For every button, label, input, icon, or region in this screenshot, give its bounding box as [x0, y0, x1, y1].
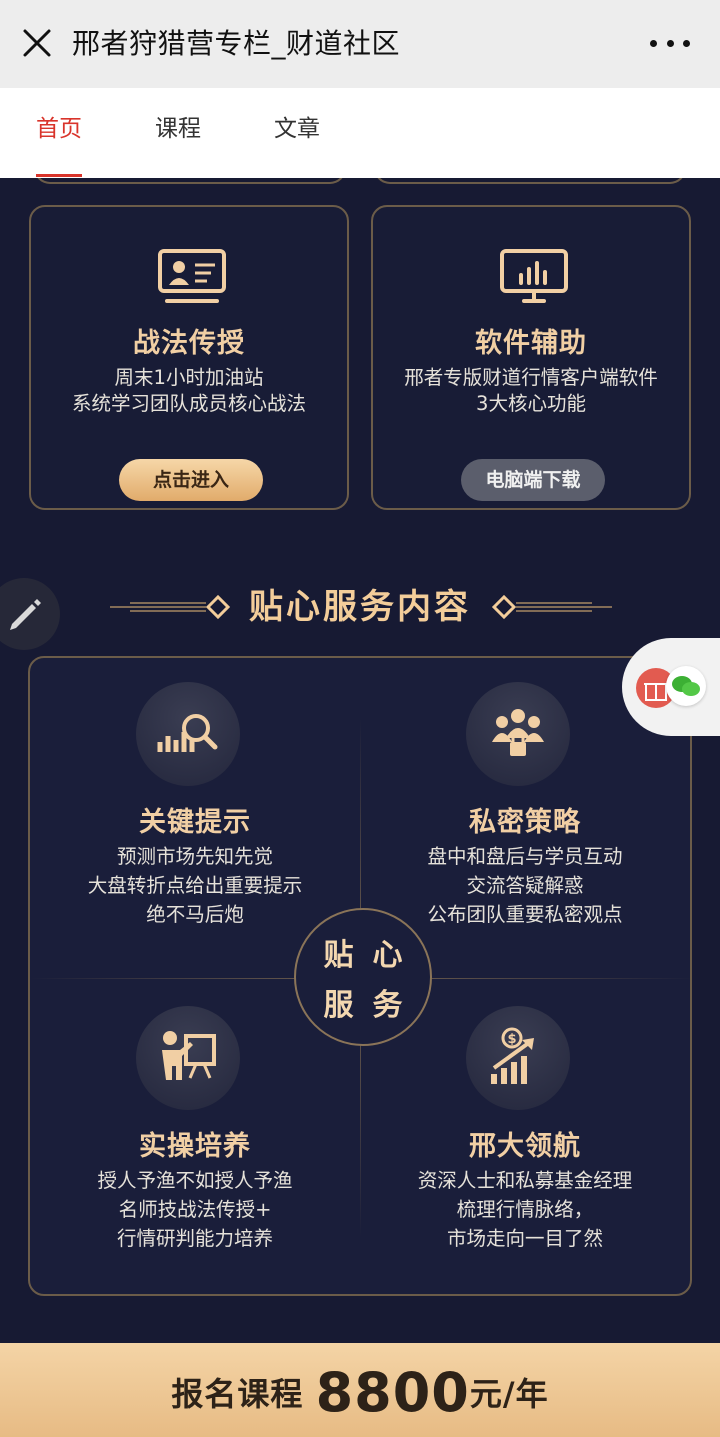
floating-widget[interactable] [622, 638, 720, 736]
service-line: 名师技战法传授+ [118, 1198, 272, 1221]
card-tactics: 战法传授 周末1小时加油站 系统学习团队成员核心战法 点击进入 [29, 205, 349, 510]
service-title: 实操培养 [139, 1131, 251, 1162]
service-title: 关键提示 [139, 807, 251, 838]
service-description: 授人予渔不如授人予渔 名师技战法传授+ 行情研判能力培养 [30, 1166, 360, 1253]
center-badge: 贴 心 服 务 [294, 908, 432, 1046]
enroll-text: 报名课程 8800元/年 [0, 1361, 720, 1424]
card-desc-line: 3大核心功能 [476, 392, 586, 415]
enroll-suffix: 元/年 [469, 1375, 549, 1413]
service-icon-circle [466, 682, 570, 786]
close-icon[interactable] [20, 26, 54, 60]
service-description: 预测市场先知先觉 大盘转折点给出重要提示 绝不马后炮 [30, 842, 360, 929]
card-software: 软件辅助 邢者专版财道行情客户端软件 3大核心功能 电脑端下载 [371, 205, 691, 510]
service-practice-training: 实操培养 授人予渔不如授人予渔 名师技战法传授+ 行情研判能力培养 [30, 982, 360, 1294]
card-desc-line: 周末1小时加油站 [114, 366, 264, 389]
service-description: 盘中和盘后与学员互动 交流答疑解惑 公布团队重要私密观点 [360, 842, 690, 929]
service-line: 预测市场先知先觉 [116, 845, 273, 868]
service-line: 绝不马后炮 [146, 903, 244, 926]
service-line: 梳理行情脉络， [456, 1198, 594, 1221]
monitor-chart-icon [500, 249, 568, 303]
previous-card-edge [34, 178, 346, 184]
previous-card-edge [374, 178, 686, 184]
service-icon-circle: $ [466, 1006, 570, 1110]
presenter-board-icon [162, 1031, 216, 1080]
enter-button[interactable]: 点击进入 [119, 459, 263, 501]
service-line: 市场走向一目了然 [446, 1227, 603, 1250]
service-icon-circle [136, 1006, 240, 1110]
badge-char: 服 [323, 988, 354, 1023]
page-content[interactable]: 战法传授 周末1小时加油站 系统学习团队成员核心战法 点击进入 软件辅助 邢者专… [0, 178, 720, 1343]
service-title: 私密策略 [469, 807, 581, 838]
tab-courses[interactable]: 课程 [155, 114, 201, 144]
service-title: 邢大领航 [469, 1131, 581, 1162]
active-tab-indicator [36, 174, 82, 177]
service-description: 资深人士和私募基金经理 梳理行情脉络， 市场走向一目了然 [360, 1166, 690, 1253]
service-line: 行情研判能力培养 [116, 1227, 273, 1250]
badge-char: 心 [372, 938, 403, 973]
tab-bar: 首页 课程 文章 [0, 88, 720, 178]
tab-home[interactable]: 首页 [36, 114, 82, 144]
services-panel: 关键提示 预测市场先知先觉 大盘转折点给出重要提示 绝不马后炮 私密策略 盘中和… [28, 656, 692, 1296]
page-title: 邢者狩猎营专栏_财道社区 [72, 27, 401, 60]
card-title: 软件辅助 [475, 328, 587, 359]
svg-text:$: $ [507, 1032, 516, 1047]
service-line: 授人予渔不如授人予渔 [97, 1169, 293, 1192]
pencil-icon [10, 599, 41, 630]
service-line: 交流答疑解惑 [466, 874, 584, 897]
enroll-bar[interactable]: 报名课程 8800元/年 [0, 1343, 720, 1437]
service-line: 公布团队重要私密观点 [427, 903, 623, 926]
service-line: 大盘转折点给出重要提示 [87, 874, 303, 897]
service-icon-circle [136, 682, 240, 786]
wechat-icon[interactable] [666, 666, 706, 706]
section-title: 贴心服务内容 [249, 587, 471, 627]
dollar-growth-icon: $ [491, 1027, 534, 1084]
badge-char: 贴 [323, 938, 354, 973]
pc-download-button[interactable]: 电脑端下载 [461, 459, 605, 501]
chart-magnifier-icon [157, 714, 218, 752]
tab-articles[interactable]: 文章 [274, 114, 320, 144]
heading-ornament-right [491, 594, 612, 620]
group-lock-icon [492, 709, 544, 756]
service-key-tips: 关键提示 预测市场先知先觉 大盘转折点给出重要提示 绝不马后炮 [30, 658, 360, 978]
card-desc-line: 系统学习团队成员核心战法 [71, 392, 306, 415]
card-description: 周末1小时加油站 系统学习团队成员核心战法 [31, 365, 347, 417]
card-title: 战法传授 [133, 328, 245, 359]
badge-char: 务 [372, 988, 403, 1023]
enroll-prefix: 报名课程 [171, 1375, 304, 1413]
top-bar: 邢者狩猎营专栏_财道社区 [0, 0, 720, 88]
card-description: 邢者专版财道行情客户端软件 3大核心功能 [373, 365, 689, 417]
edit-floating-button[interactable] [0, 578, 60, 650]
teacher-board-icon [158, 249, 226, 303]
card-desc-line: 邢者专版财道行情客户端软件 [404, 366, 658, 389]
service-navigation: $ 邢大领航 资深人士和私募基金经理 梳理行情脉络， 市场走向一目了然 [360, 982, 690, 1294]
service-line: 盘中和盘后与学员互动 [427, 845, 623, 868]
enroll-price: 8800 [315, 1361, 470, 1424]
service-line: 资深人士和私募基金经理 [417, 1169, 633, 1192]
more-menu-icon[interactable] [650, 28, 690, 58]
